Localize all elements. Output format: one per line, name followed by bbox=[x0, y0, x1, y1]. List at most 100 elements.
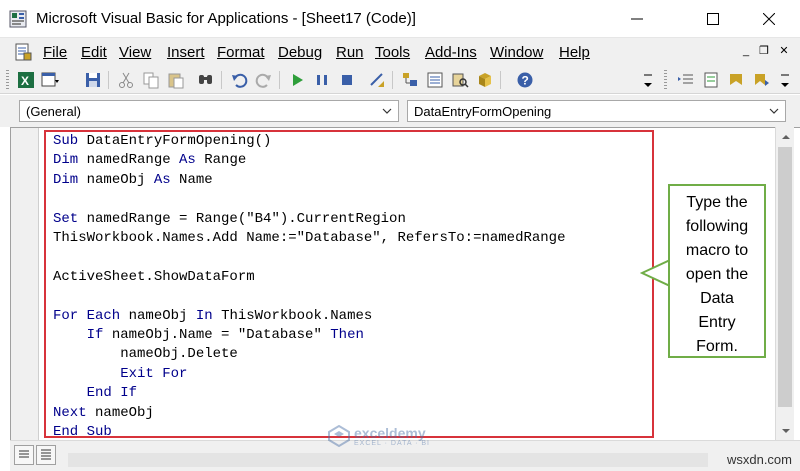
code-keyword: Sub bbox=[53, 133, 87, 149]
code-line[interactable] bbox=[53, 248, 565, 267]
code-line[interactable]: If nameObj.Name = "Database" Then bbox=[53, 326, 565, 345]
code-line[interactable]: For Each nameObj In ThisWorkbook.Names bbox=[53, 307, 565, 326]
cut-button[interactable] bbox=[116, 70, 136, 90]
paste-button[interactable] bbox=[166, 70, 186, 90]
margin-indicator-bar[interactable] bbox=[11, 128, 39, 441]
toolbox-icon bbox=[479, 73, 491, 87]
code-keyword: If bbox=[86, 327, 112, 344]
code-token: nameObj bbox=[86, 171, 154, 188]
procedure-view-icon bbox=[19, 450, 29, 458]
maximize-button[interactable] bbox=[690, 0, 736, 38]
code-line[interactable]: Exit For bbox=[53, 365, 565, 384]
properties-window-button[interactable] bbox=[425, 70, 445, 90]
mdi-close-button[interactable]: ✕ bbox=[776, 43, 792, 59]
break-button[interactable] bbox=[312, 70, 332, 90]
vertical-scrollbar[interactable] bbox=[775, 127, 794, 440]
code-token: ThisWorkbook.Names bbox=[221, 307, 373, 324]
menu-edit-label: Edit bbox=[81, 44, 107, 61]
insert-userform-icon bbox=[41, 72, 59, 87]
code-line[interactable] bbox=[53, 287, 565, 306]
break-icon bbox=[317, 75, 327, 85]
scroll-up-button[interactable] bbox=[776, 127, 795, 146]
code-keyword: Dim bbox=[53, 171, 87, 188]
object-dropdown[interactable]: (General) bbox=[19, 100, 399, 122]
code-line[interactable]: End If bbox=[53, 384, 565, 403]
code-token: nameObj.Name = "Database" bbox=[111, 327, 331, 344]
toolbar-grip[interactable] bbox=[664, 70, 667, 90]
code-line[interactable]: ThisWorkbook.Names.Add Name:="Database",… bbox=[53, 229, 565, 248]
indent-button[interactable] bbox=[676, 70, 696, 90]
menu-file[interactable]: File bbox=[43, 44, 67, 61]
full-module-view-icon bbox=[41, 449, 51, 460]
code-keyword: Exit For bbox=[120, 365, 188, 382]
find-button[interactable] bbox=[196, 70, 216, 90]
indent-icon bbox=[678, 74, 693, 84]
exceldemy-logo-icon bbox=[328, 425, 350, 447]
toolbox-button[interactable] bbox=[475, 70, 495, 90]
code-line[interactable]: Next nameObj bbox=[53, 404, 565, 423]
procedure-view-button[interactable] bbox=[14, 445, 34, 465]
code-line[interactable]: Dim nameObj As Name bbox=[53, 171, 565, 190]
instruction-callout: Type the following macro to open the Dat… bbox=[668, 184, 766, 358]
menu-format[interactable]: Format bbox=[217, 44, 265, 61]
watermark-tagline: EXCEL · DATA · BI bbox=[354, 439, 430, 447]
full-module-view-button[interactable] bbox=[36, 445, 56, 465]
toggle-bookmark-button[interactable] bbox=[726, 70, 746, 90]
code-line[interactable] bbox=[53, 190, 565, 209]
horizontal-scrollbar[interactable] bbox=[68, 453, 708, 467]
code-token: namedRange = Range("B4").CurrentRegion bbox=[86, 210, 406, 227]
menu-window[interactable]: Window bbox=[490, 44, 543, 61]
corner-watermark: wsxdn.com bbox=[726, 452, 792, 467]
insert-userform-button[interactable] bbox=[40, 70, 60, 90]
menu-view-label: View bbox=[119, 44, 152, 61]
code-text[interactable]: Sub DataEntryFormOpening() Dim namedRange… bbox=[53, 132, 565, 443]
scroll-down-button[interactable] bbox=[776, 421, 795, 440]
menu-tools[interactable]: Tools bbox=[375, 44, 410, 61]
code-line[interactable]: Sub DataEntryFormOpening() bbox=[53, 132, 565, 151]
code-keyword: Set bbox=[53, 210, 87, 227]
code-line[interactable]: Dim namedRange As Range bbox=[53, 151, 565, 170]
object-browser-button[interactable] bbox=[450, 70, 470, 90]
code-line[interactable]: ActiveSheet.ShowDataForm bbox=[53, 268, 565, 287]
mdi-minimize-button[interactable]: _ bbox=[738, 43, 754, 59]
design-mode-button[interactable] bbox=[367, 70, 387, 90]
code-token: nameObj bbox=[128, 307, 196, 324]
copy-button[interactable] bbox=[141, 70, 161, 90]
save-button[interactable] bbox=[83, 70, 103, 90]
menu-view[interactable]: View bbox=[119, 44, 151, 61]
menu-debug[interactable]: Debug bbox=[278, 44, 322, 61]
undo-icon bbox=[232, 73, 248, 88]
toolbar-grip[interactable] bbox=[6, 70, 9, 90]
next-bookmark-button[interactable] bbox=[751, 70, 771, 90]
help-button[interactable]: ? bbox=[515, 70, 535, 90]
code-line[interactable]: Set namedRange = Range("B4").CurrentRegi… bbox=[53, 210, 565, 229]
view-excel-button[interactable]: X bbox=[16, 70, 36, 90]
menu-help-label: Help bbox=[559, 44, 590, 61]
cut-icon bbox=[119, 72, 133, 88]
project-explorer-button[interactable] bbox=[400, 70, 420, 90]
standard-toolbar: X ? bbox=[0, 66, 800, 94]
menu-insert[interactable]: Insert bbox=[167, 44, 205, 61]
menu-add-ins[interactable]: Add-Ins bbox=[425, 44, 477, 61]
mdi-restore-button[interactable]: ❐ bbox=[756, 43, 772, 59]
comment-block-button[interactable] bbox=[701, 70, 721, 90]
code-token: Name bbox=[179, 171, 213, 188]
redo-button[interactable] bbox=[254, 70, 274, 90]
close-button[interactable] bbox=[746, 0, 792, 38]
next-bookmark-icon bbox=[755, 74, 769, 86]
menu-edit[interactable]: Edit bbox=[81, 44, 107, 61]
callout-text: Type the following macro to open the Dat… bbox=[685, 194, 749, 355]
undo-button[interactable] bbox=[229, 70, 249, 90]
minimize-button[interactable] bbox=[614, 0, 660, 38]
toolbar-overflow-button[interactable] bbox=[642, 70, 654, 90]
run-button[interactable] bbox=[287, 70, 307, 90]
procedure-dropdown[interactable]: DataEntryFormOpening bbox=[407, 100, 786, 122]
scroll-thumb[interactable] bbox=[778, 147, 792, 407]
code-module-icon[interactable] bbox=[14, 43, 32, 61]
menu-run[interactable]: Run bbox=[336, 44, 364, 61]
code-line[interactable]: nameObj.Delete bbox=[53, 345, 565, 364]
reset-button[interactable] bbox=[337, 70, 357, 90]
edit-toolbar-overflow-button[interactable] bbox=[779, 70, 791, 90]
menu-help[interactable]: Help bbox=[559, 44, 590, 61]
